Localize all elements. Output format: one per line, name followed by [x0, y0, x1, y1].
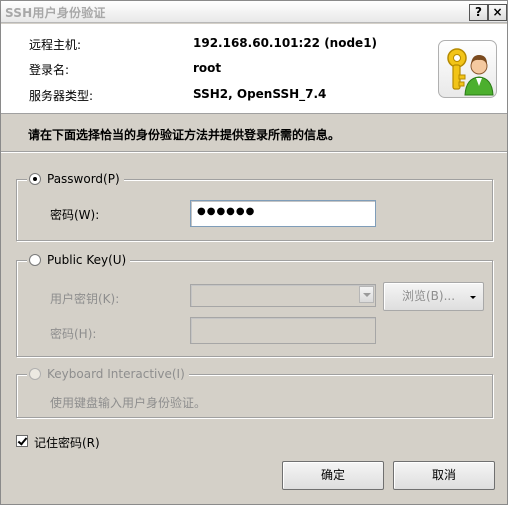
- user-key-icon: [438, 40, 497, 98]
- passphrase-label: 密码(H):: [50, 327, 97, 341]
- keyboard-interactive-radio-button[interactable]: [29, 368, 41, 380]
- passphrase-input[interactable]: [190, 317, 376, 344]
- browse-button-label: 浏览(B)...: [401, 289, 456, 303]
- password-group: Password(P) 密码(W): ●●●●●●: [16, 171, 493, 241]
- host-value: 192.168.60.101:22 (node1): [193, 36, 378, 50]
- keyboard-interactive-label: Keyboard Interactive(I): [47, 367, 185, 381]
- instruction-text: 请在下面选择恰当的身份验证方法并提供登录所需的信息。: [28, 128, 341, 142]
- server-type-label: 服务器类型:: [29, 89, 94, 103]
- public-key-radio-label: Public Key(U): [47, 253, 127, 267]
- cancel-button[interactable]: 取消: [393, 461, 495, 490]
- connection-info-panel: 远程主机: 192.168.60.101:22 (node1) 登录名: roo…: [1, 24, 507, 114]
- user-key-label: 用户密钥(K):: [50, 292, 120, 306]
- keyboard-interactive-description: 使用键盘输入用户身份验证。: [50, 396, 207, 410]
- remember-password-checkbox[interactable]: [16, 435, 28, 447]
- keyboard-interactive-group: Keyboard Interactive(I) 使用键盘输入用户身份验证。: [16, 366, 493, 418]
- password-radio-button[interactable]: [29, 173, 41, 185]
- host-label: 远程主机:: [29, 38, 82, 52]
- password-input[interactable]: ●●●●●●: [190, 200, 376, 227]
- server-type-value: SSH2, OpenSSH_7.4: [193, 87, 327, 101]
- ssh-auth-dialog: SSH用户身份验证 ? × 远程主机: 192.168.60.101:22 (n…: [0, 0, 508, 505]
- help-button[interactable]: ?: [469, 4, 488, 21]
- public-key-radio-button[interactable]: [29, 254, 41, 266]
- window-title: SSH用户身份验证: [5, 6, 106, 20]
- separator: [1, 151, 507, 153]
- close-button[interactable]: ×: [488, 4, 507, 21]
- password-radio[interactable]: Password(P): [27, 171, 124, 187]
- password-masked-value: ●●●●●●: [197, 206, 256, 217]
- remember-password-label[interactable]: 记住密码(R): [34, 434, 100, 451]
- title-bar: SSH用户身份验证 ? ×: [1, 1, 507, 23]
- user-key-combobox[interactable]: [190, 284, 376, 307]
- login-label: 登录名:: [29, 63, 70, 77]
- keyboard-interactive-radio[interactable]: Keyboard Interactive(I): [27, 366, 189, 382]
- password-label: 密码(W):: [50, 208, 100, 222]
- chevron-down-icon[interactable]: [359, 286, 374, 303]
- browse-button[interactable]: 浏览(B)...: [383, 282, 484, 311]
- public-key-radio[interactable]: Public Key(U): [27, 252, 131, 268]
- dropdown-arrow-icon: [470, 296, 476, 299]
- password-radio-label: Password(P): [47, 172, 120, 186]
- public-key-group: Public Key(U) 用户密钥(K): 浏览(B)... 密码(H):: [16, 252, 493, 357]
- ok-button[interactable]: 确定: [282, 461, 384, 490]
- login-value: root: [193, 61, 222, 75]
